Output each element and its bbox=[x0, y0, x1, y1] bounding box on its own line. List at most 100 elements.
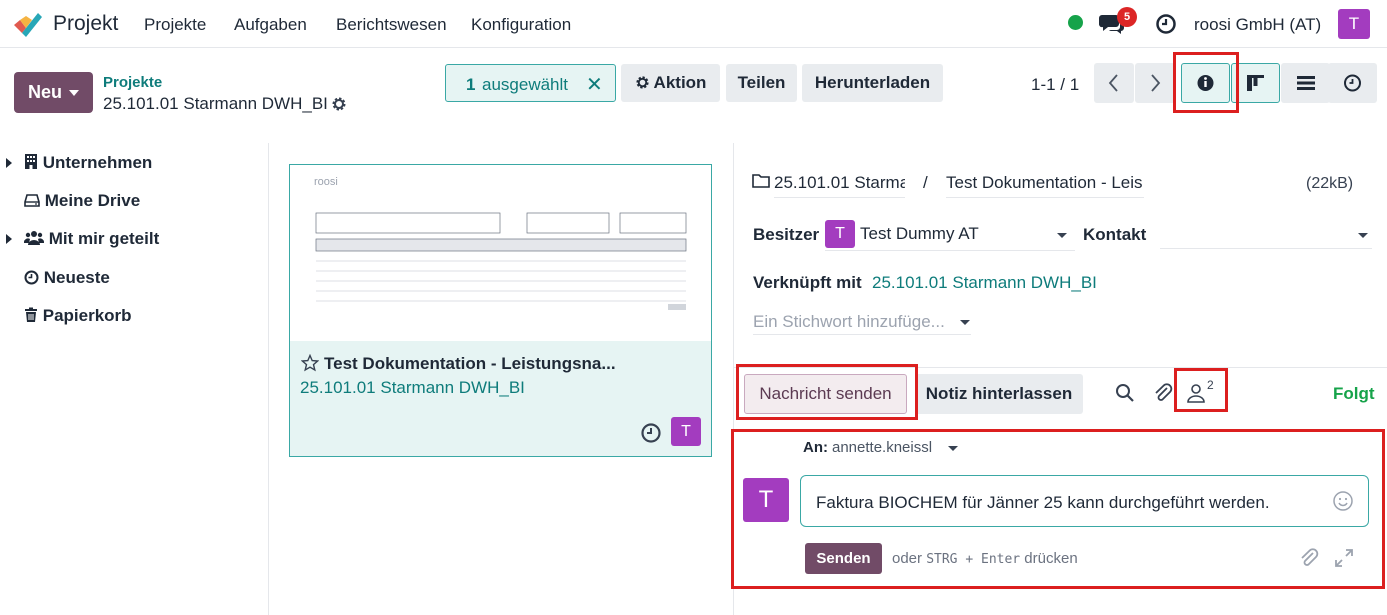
owner-field[interactable]: Test Dummy AT bbox=[860, 224, 979, 244]
owner-field-underline bbox=[825, 250, 1075, 251]
folder-name-field[interactable]: 25.101.01 Starma bbox=[774, 173, 905, 198]
chevron-down-icon[interactable] bbox=[1358, 233, 1368, 238]
folder-icon bbox=[752, 174, 770, 188]
share-button[interactable]: Teilen bbox=[726, 64, 797, 102]
chevron-left-icon bbox=[1108, 74, 1118, 92]
send-button[interactable]: Senden bbox=[805, 543, 882, 574]
contact-label: Kontakt bbox=[1083, 225, 1147, 244]
breadcrumb-parent[interactable]: Projekte bbox=[103, 74, 162, 91]
sidebar-item-neueste[interactable]: Neueste bbox=[24, 268, 110, 288]
emoji-icon[interactable] bbox=[1332, 490, 1354, 512]
new-button-label: Neu bbox=[28, 82, 63, 102]
gear-icon[interactable] bbox=[331, 96, 347, 112]
trash-icon bbox=[25, 307, 37, 322]
app-name[interactable]: Projekt bbox=[53, 12, 118, 36]
action-button-label: Aktion bbox=[653, 73, 707, 92]
message-text[interactable]: Faktura BIOCHEM für Jänner 25 kann durch… bbox=[816, 493, 1270, 513]
log-note-button[interactable]: Notiz hinterlassen bbox=[915, 374, 1083, 414]
clock-icon bbox=[1344, 74, 1361, 92]
sidebar-item-mit-mir-geteilt[interactable]: Mit mir geteilt bbox=[23, 229, 160, 249]
expand-icon[interactable] bbox=[1333, 547, 1355, 569]
chevron-down-icon[interactable] bbox=[960, 320, 970, 325]
activity-clock-icon[interactable] bbox=[1155, 13, 1177, 35]
highlight-send-message bbox=[736, 364, 918, 420]
gear-icon bbox=[635, 76, 649, 89]
send-hint: oder STRG + Enter drücken bbox=[892, 550, 1078, 567]
caret-right-icon[interactable] bbox=[6, 234, 12, 244]
app-logo-icon[interactable] bbox=[12, 11, 42, 37]
sidebar-item-label: Unternehmen bbox=[42, 153, 153, 172]
pager-value[interactable]: 1-1 / 1 bbox=[1031, 75, 1079, 95]
sidebar-item-label: Papierkorb bbox=[42, 306, 132, 325]
sidebar-item-label: Mit mir geteilt bbox=[48, 229, 160, 248]
composer-avatar: T bbox=[743, 478, 789, 522]
chevron-down-icon bbox=[69, 90, 79, 96]
paperclip-icon[interactable] bbox=[1298, 547, 1320, 569]
contact-field[interactable] bbox=[1160, 248, 1372, 249]
recipient-value[interactable]: annette.kneissl bbox=[832, 439, 932, 456]
message-input[interactable]: Faktura BIOCHEM für Jänner 25 kann durch… bbox=[800, 475, 1369, 527]
caret-right-icon[interactable] bbox=[6, 158, 12, 168]
linked-label: Verknüpft mit bbox=[753, 273, 862, 292]
users-icon bbox=[23, 231, 45, 245]
tags-input[interactable]: Ein Stichwort hinzufüge... bbox=[753, 312, 945, 332]
tags-field-underline bbox=[753, 334, 971, 335]
new-button[interactable]: Neu bbox=[14, 72, 93, 113]
sidebar-item-label: Neueste bbox=[43, 268, 110, 287]
send-hint-prefix: oder bbox=[892, 550, 923, 567]
activity-view-button[interactable] bbox=[1328, 63, 1377, 103]
linked-record-link[interactable]: 25.101.01 Starmann DWH_BI bbox=[872, 273, 1097, 293]
owner-avatar: T bbox=[825, 220, 855, 248]
document-name-field[interactable]: Test Dokumentation - Leis bbox=[946, 173, 1144, 198]
action-button[interactable]: Aktion bbox=[621, 64, 720, 102]
clock-icon bbox=[24, 270, 39, 285]
document-thumbnail: roosi bbox=[290, 165, 711, 341]
chat-count-badge: 5 bbox=[1117, 7, 1137, 27]
chevron-down-icon[interactable] bbox=[948, 446, 958, 451]
sidebar-item-meine-drive[interactable]: Meine Drive bbox=[24, 191, 140, 211]
sidebar-item-label: Meine Drive bbox=[44, 191, 141, 210]
clock-icon[interactable] bbox=[640, 422, 662, 444]
clear-selection-icon[interactable]: ✕ bbox=[586, 72, 603, 97]
status-dot-icon bbox=[1068, 15, 1083, 30]
list-icon bbox=[1297, 76, 1315, 90]
menu-projekte[interactable]: Projekte bbox=[144, 15, 206, 35]
breadcrumb-current: 25.101.01 Starmann DWH_BI bbox=[103, 94, 328, 113]
paperclip-icon[interactable] bbox=[1152, 382, 1174, 404]
following-status[interactable]: Folgt bbox=[1333, 384, 1375, 404]
pager-previous-button[interactable] bbox=[1094, 63, 1134, 103]
drive-sidebar: Unternehmen Meine Drive Mit mir geteilt … bbox=[0, 143, 269, 615]
menu-aufgaben[interactable]: Aufgaben bbox=[234, 15, 307, 35]
chevron-down-icon[interactable] bbox=[1057, 233, 1067, 238]
sidebar-item-unternehmen[interactable]: Unternehmen bbox=[24, 153, 152, 173]
document-card[interactable]: roosi Test Dokumentation - Leistungsna..… bbox=[289, 164, 712, 457]
top-navbar: Projekt Projekte Aufgaben Berichtswesen … bbox=[0, 0, 1387, 48]
pager-next-button[interactable] bbox=[1135, 63, 1175, 103]
document-preview-icon: roosi bbox=[314, 176, 687, 310]
list-view-button[interactable] bbox=[1281, 63, 1330, 103]
highlight-info-button bbox=[1173, 52, 1239, 113]
preview-logo: roosi bbox=[314, 176, 338, 188]
user-avatar[interactable]: T bbox=[1338, 9, 1370, 39]
card-owner-avatar: T bbox=[671, 417, 701, 446]
card-project: 25.101.01 Starmann DWH_BI bbox=[300, 378, 525, 397]
chevron-right-icon bbox=[1151, 74, 1161, 92]
building-icon bbox=[25, 154, 37, 169]
download-button[interactable]: Herunterladen bbox=[802, 64, 943, 102]
sidebar-item-papierkorb[interactable]: Papierkorb bbox=[24, 306, 132, 326]
company-switcher[interactable]: roosi GmbH (AT) bbox=[1194, 15, 1321, 35]
kanban-icon bbox=[1247, 75, 1264, 91]
star-icon[interactable] bbox=[301, 354, 319, 372]
selected-count: 1 bbox=[466, 75, 476, 94]
recipient-label: An: bbox=[803, 439, 828, 456]
document-size: (22kB) bbox=[1306, 175, 1354, 192]
card-title[interactable]: Test Dokumentation - Leistungsna... bbox=[324, 354, 616, 374]
hard-drive-icon bbox=[24, 194, 40, 207]
selected-label: ausgewählt bbox=[482, 75, 569, 94]
menu-konfiguration[interactable]: Konfiguration bbox=[471, 15, 571, 35]
owner-label: Besitzer bbox=[753, 225, 820, 244]
send-hint-suffix: drücken bbox=[1024, 550, 1078, 567]
highlight-followers bbox=[1174, 368, 1228, 412]
menu-berichtswesen[interactable]: Berichtswesen bbox=[336, 15, 447, 35]
search-icon[interactable] bbox=[1115, 383, 1135, 403]
